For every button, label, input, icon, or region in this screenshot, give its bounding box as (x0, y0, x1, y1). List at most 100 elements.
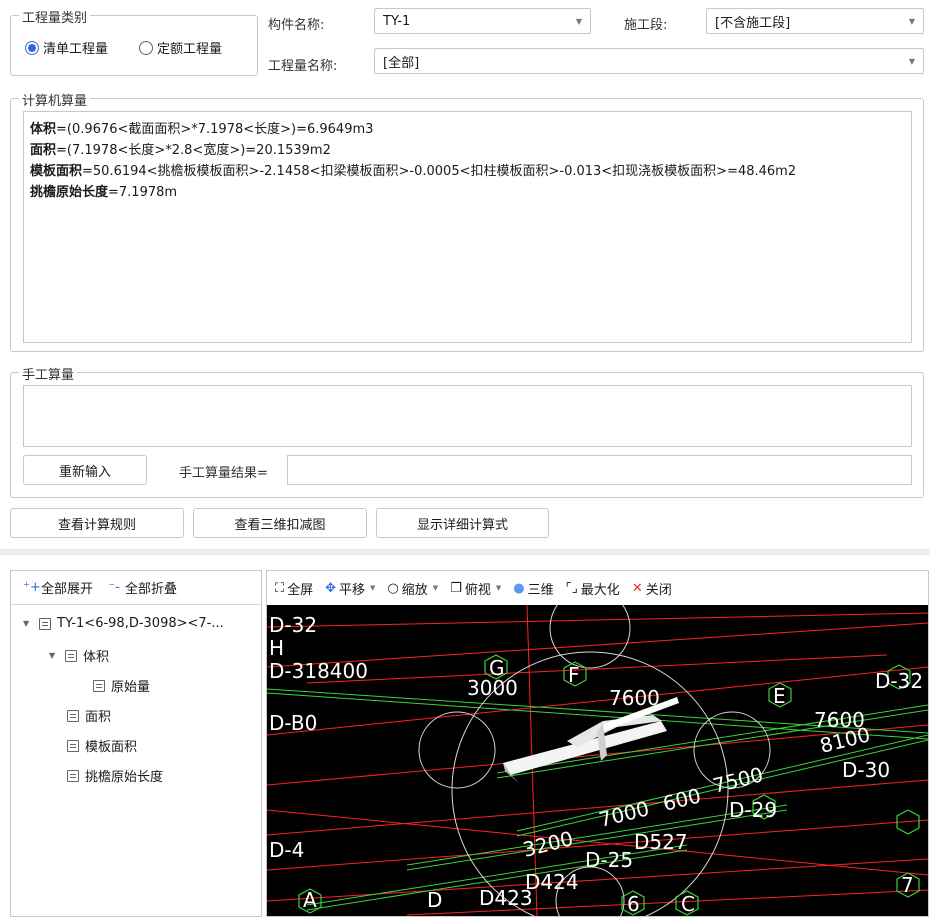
qty-tree-panel: ⁺+ 全部展开 ⁻- 全部折叠 ▼ TY-1<6-98,D-3098><7-..… (10, 570, 262, 917)
top-view-label: 俯视 (464, 582, 491, 598)
scene-label: D (427, 888, 442, 912)
chevron-down-icon[interactable]: ▼ (433, 584, 438, 592)
radio-bill-qty[interactable]: 清单工程量 (25, 38, 108, 57)
formula-line: 体积=(0.9676<截面面积>*7.1978<长度>)=6.9649m3 (30, 119, 905, 140)
collapse-minus-icon: ⁻- (108, 580, 120, 595)
expand-all-button[interactable]: ⁺+ 全部展开 (23, 578, 93, 597)
component-select[interactable]: TY-1 ▼ (374, 8, 591, 34)
close-view-button[interactable]: ✕ 关闭 (632, 579, 672, 598)
document-icon (93, 679, 105, 692)
scene-label: D-25 (585, 848, 633, 872)
view-rules-button[interactable]: 查看计算规则 (10, 508, 184, 538)
pan-arrows-icon: ✥ (325, 580, 337, 596)
scene-label: D-32 (269, 613, 317, 637)
zoom-button[interactable]: ○ 缩放 ▼ (387, 579, 438, 598)
radio-bill-qty-label: 清单工程量 (43, 42, 109, 57)
chevron-down-icon: ▼ (575, 16, 582, 26)
formula-expr: =(7.1978<长度>*2.8<宽度>)=20.1539m2 (56, 143, 331, 158)
sphere-icon: ● (513, 580, 525, 596)
tree-node-eave-length-label: 挑檐原始长度 (85, 770, 164, 785)
expand-arrow-icon[interactable]: ▼ (49, 651, 59, 660)
top-view-button[interactable]: ❒ 俯视 ▼ (450, 579, 501, 598)
collapse-all-label: 全部折叠 (125, 582, 178, 597)
close-icon: ✕ (631, 580, 643, 596)
fullscreen-icon: ⛶ (275, 580, 285, 596)
tree-node-original[interactable]: 原始量 (93, 676, 150, 695)
tree-node-formwork[interactable]: 模板面积 (67, 736, 137, 755)
tree-node-area[interactable]: 面积 (67, 706, 111, 725)
magnifier-icon: ○ (387, 580, 399, 596)
3d-label: 三维 (527, 582, 554, 598)
scene-label: F (568, 663, 580, 687)
section-divider (0, 549, 929, 555)
scene-label: D-30 (842, 758, 890, 782)
qty-name-label: 工程量名称: (268, 59, 338, 74)
maximize-button[interactable]: ⌜⌟ 最大化 (566, 579, 620, 598)
scene-label: D-318400 (269, 659, 368, 683)
scene-label: D-32 (875, 669, 923, 693)
manual-calc-input[interactable] (23, 385, 912, 447)
maximize-icon: ⌜⌟ (565, 580, 578, 596)
stage-label: 施工段: (624, 18, 668, 33)
tree-toolbar: ⁺+ 全部展开 ⁻- 全部折叠 (11, 571, 261, 605)
formula-name: 体积 (30, 122, 57, 137)
scene-label: D527 (634, 830, 688, 854)
collapse-all-button[interactable]: ⁻- 全部折叠 (107, 578, 177, 597)
radio-unselected-icon (139, 40, 153, 55)
cube-icon: ❒ (450, 580, 462, 596)
scene-label: E (773, 684, 786, 708)
component-label: 构件名称: (268, 18, 325, 33)
qty-name-value: [全部] (383, 55, 420, 71)
show-detail-formula-button[interactable]: 显示详细计算式 (376, 508, 549, 538)
formula-name: 面积 (30, 143, 57, 158)
tree-node-volume-label: 体积 (83, 650, 110, 665)
scene-label: D-4 (269, 838, 304, 862)
radio-quota-qty-label: 定额工程量 (157, 42, 223, 57)
radio-quota-qty[interactable]: 定额工程量 (139, 38, 222, 57)
expand-arrow-icon[interactable]: ▼ (23, 619, 33, 628)
manual-result-label: 手工算量结果= (179, 466, 268, 481)
scene-label: 7 (901, 873, 914, 897)
zoom-label: 缩放 (401, 582, 428, 598)
scene-label: 7600 (609, 686, 660, 710)
stage-value: [不含施工段] (715, 15, 791, 31)
scene-label: D424 (525, 870, 579, 894)
3d-scene[interactable]: D-32 H D-318400 G 3000 F 7600 E D-32 D-B… (267, 605, 928, 916)
chevron-down-icon: ▼ (908, 16, 915, 26)
qty-name-select[interactable]: [全部] ▼ (374, 48, 924, 74)
scene-label: 3000 (467, 676, 518, 700)
formula-name: 挑檐原始长度 (30, 185, 109, 200)
tree-node-volume[interactable]: ▼ 体积 (49, 646, 109, 665)
tree-node-root[interactable]: ▼ TY-1<6-98,D-3098><7-... (23, 616, 224, 631)
document-icon (67, 739, 79, 752)
tree-node-root-label: TY-1<6-98,D-3098><7-... (57, 616, 224, 631)
tree-node-original-label: 原始量 (111, 680, 151, 695)
tree-node-eave-length[interactable]: 挑檐原始长度 (67, 766, 163, 785)
document-icon (65, 649, 77, 662)
formula-name: 模板面积 (30, 164, 83, 179)
manual-calc-legend: 手工算量 (19, 364, 78, 383)
3d-canvas[interactable]: D-32 H D-318400 G 3000 F 7600 E D-32 D-B… (267, 605, 928, 916)
pan-label: 平移 (339, 582, 366, 598)
formula-expr: =7.1978m (108, 185, 178, 200)
document-icon (67, 709, 79, 722)
formula-expr: =50.6194<挑檐板模板面积>-2.1458<扣梁模板面积>-0.0005<… (82, 164, 797, 179)
pan-button[interactable]: ✥ 平移 ▼ (325, 579, 375, 598)
expand-plus-icon: ⁺+ (23, 580, 41, 595)
view-3d-deduction-button[interactable]: 查看三维扣减图 (193, 508, 367, 538)
fullscreen-button[interactable]: ⛶ 全屏 (275, 579, 313, 598)
close-view-label: 关闭 (645, 582, 672, 598)
scene-label: A (303, 888, 317, 912)
3d-button[interactable]: ● 三维 (513, 579, 553, 598)
document-icon (67, 769, 79, 782)
chevron-down-icon[interactable]: ▼ (496, 584, 501, 592)
reinput-button[interactable]: 重新输入 (23, 455, 147, 485)
qty-type-legend: 工程量类别 (19, 7, 91, 26)
formula-line: 面积=(7.1978<长度>*2.8<宽度>)=20.1539m2 (30, 140, 905, 161)
chevron-down-icon[interactable]: ▼ (370, 584, 375, 592)
chevron-down-icon: ▼ (908, 56, 915, 66)
computer-calc-formula-box[interactable]: 体积=(0.9676<截面面积>*7.1978<长度>)=6.9649m3 面积… (23, 111, 912, 343)
maximize-label: 最大化 (580, 582, 620, 598)
stage-select[interactable]: [不含施工段] ▼ (706, 8, 924, 34)
manual-result-field[interactable] (287, 455, 912, 485)
